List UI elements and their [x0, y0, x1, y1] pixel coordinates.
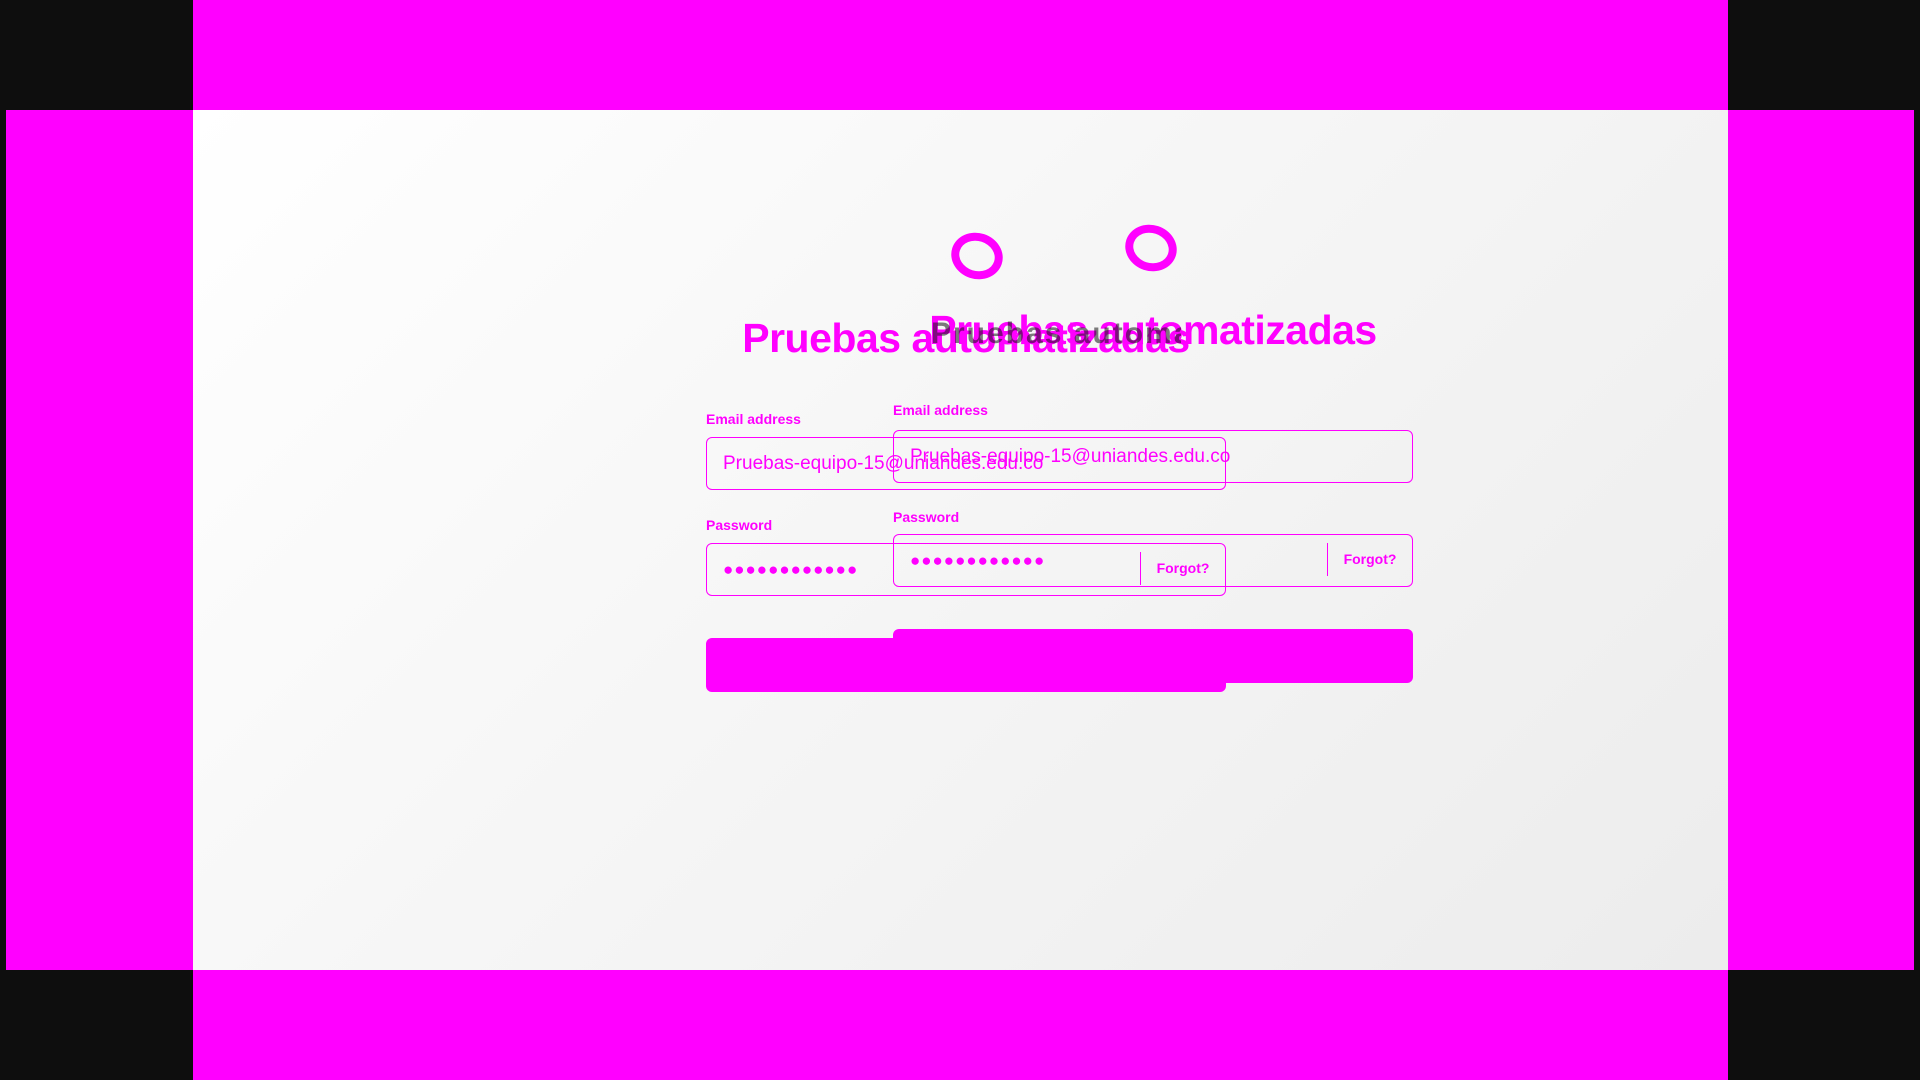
- email-label-ghost: Email address: [706, 411, 801, 427]
- login-page: Pruebas automatizadas Email address Prue…: [193, 110, 1728, 970]
- email-field[interactable]: Pruebas-equipo-15@uniandes.edu.co: [893, 430, 1413, 483]
- ring-logo-icon: [1119, 218, 1183, 278]
- glitch-block-left: [6, 110, 193, 970]
- password-dots: ●●●●●●●●●●●●: [910, 551, 1046, 570]
- email-label: Email address: [893, 402, 988, 418]
- glitch-block-bottom: [193, 970, 1728, 1080]
- glitch-block-right: [1728, 110, 1914, 970]
- email-value: Pruebas-equipo-15@uniandes.edu.co: [910, 446, 1231, 467]
- password-field[interactable]: ●●●●●●●●●●●● Forgot?: [893, 534, 1413, 587]
- signin-button[interactable]: [893, 629, 1413, 683]
- password-label-ghost: Password: [706, 517, 773, 533]
- glitch-block-top: [193, 0, 1728, 110]
- ring-logo-icon: [945, 226, 1009, 286]
- password-dots-ghost: ●●●●●●●●●●●●: [723, 560, 859, 579]
- ghost-title-dark: Pruebas automatizadas: [931, 317, 1181, 350]
- forgot-password-link[interactable]: Forgot?: [1327, 543, 1412, 576]
- password-label: Password: [893, 509, 960, 525]
